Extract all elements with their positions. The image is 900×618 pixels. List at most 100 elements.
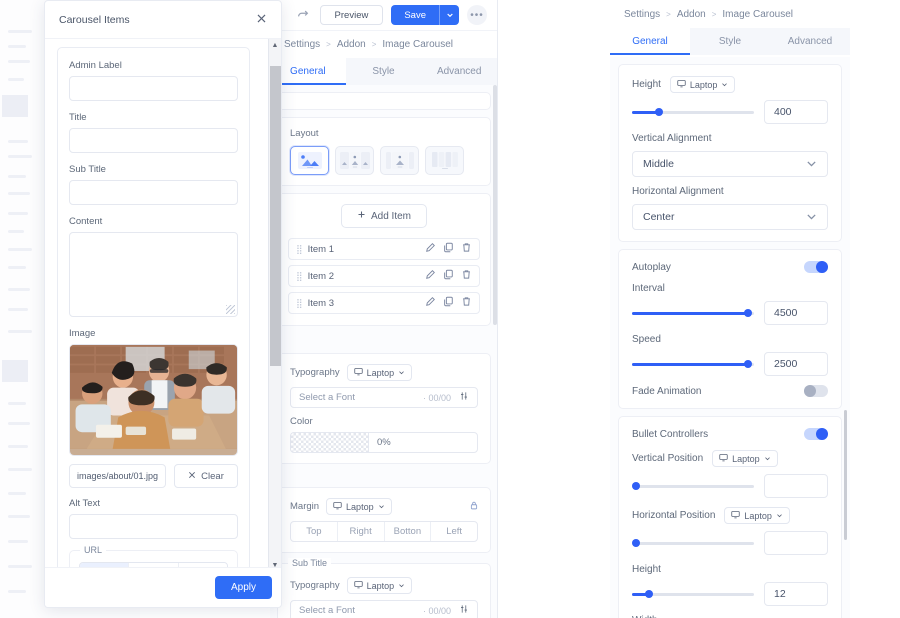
margin-left-input[interactable]: Left: [431, 522, 477, 541]
typography-row: Typography Laptop: [290, 577, 478, 594]
trash-icon[interactable]: [461, 294, 472, 312]
drag-handle-icon[interactable]: ⣿: [296, 271, 303, 282]
speed-slider[interactable]: [632, 360, 754, 368]
color-picker-row[interactable]: 0%: [290, 432, 478, 453]
settings-scrollbar[interactable]: [844, 410, 847, 540]
layout-label: Layout: [290, 128, 319, 139]
vertical-alignment-select[interactable]: Middle: [632, 151, 828, 177]
duplicate-icon[interactable]: [443, 240, 454, 258]
device-value: Laptop: [366, 367, 395, 378]
font-size-value: · 00/00: [422, 392, 451, 403]
breadcrumb-addon[interactable]: Addon: [337, 39, 366, 50]
interval-value[interactable]: 4500: [764, 301, 828, 325]
content-textarea[interactable]: [69, 232, 238, 317]
drag-handle-icon[interactable]: ⣿: [296, 298, 303, 309]
admin-label-input[interactable]: [69, 76, 238, 101]
bullet-vertical-position-slider[interactable]: [632, 482, 754, 490]
layout-single-icon[interactable]: [290, 146, 329, 175]
image-preview[interactable]: [69, 344, 238, 456]
chevron-down-icon[interactable]: [439, 5, 459, 25]
interval-slider[interactable]: [632, 309, 754, 317]
font-select[interactable]: Select a Font · 00/00: [290, 600, 478, 618]
color-opacity[interactable]: 0%: [369, 433, 477, 452]
chevron-down-icon: [721, 80, 728, 90]
height-header: Height Laptop: [632, 76, 828, 93]
device-selector[interactable]: Laptop: [326, 498, 392, 515]
table-row[interactable]: ⣿ Item 3: [288, 292, 480, 314]
horizontal-alignment-select[interactable]: Center: [632, 204, 828, 230]
layout-three-up-icon[interactable]: [335, 146, 374, 175]
bullet-horizontal-position-slider[interactable]: [632, 539, 754, 547]
sub-title-input[interactable]: [69, 180, 238, 205]
tab-style[interactable]: Style: [690, 28, 770, 55]
sub-title-label: Sub Title: [69, 164, 106, 175]
breadcrumb-settings[interactable]: Settings: [624, 9, 660, 20]
save-button[interactable]: Save: [391, 5, 439, 25]
color-swatch[interactable]: [291, 433, 369, 452]
device-selector[interactable]: Laptop: [669, 76, 736, 93]
margin-bottom-input[interactable]: Botton: [385, 522, 432, 541]
bullet-height-value[interactable]: 12: [764, 582, 828, 606]
margin-right-input[interactable]: Right: [338, 522, 385, 541]
trash-icon[interactable]: [461, 240, 472, 258]
lock-icon[interactable]: [470, 501, 478, 512]
speed-label: Speed: [632, 334, 661, 345]
apply-button[interactable]: Apply: [214, 576, 272, 599]
redo-icon[interactable]: [294, 6, 312, 24]
duplicate-icon[interactable]: [443, 294, 454, 312]
edit-icon[interactable]: [425, 267, 436, 285]
tab-general[interactable]: General: [610, 28, 690, 55]
typography-label: Typography: [290, 367, 340, 378]
edit-icon[interactable]: [425, 294, 436, 312]
margin-top-input[interactable]: Top: [291, 522, 338, 541]
fade-animation-row: Fade Animation: [632, 385, 828, 397]
breadcrumb-addon[interactable]: Addon: [677, 9, 706, 20]
scrollbar-thumb[interactable]: [270, 66, 281, 366]
close-icon[interactable]: [256, 13, 267, 27]
device-selector[interactable]: Laptop: [712, 450, 778, 467]
drag-handle-icon[interactable]: ⣿: [296, 244, 303, 255]
table-row[interactable]: ⣿ Item 1: [288, 238, 480, 260]
monitor-icon: [677, 79, 686, 90]
bullet-controllers-toggle[interactable]: [804, 428, 828, 440]
device-value: Laptop: [744, 510, 772, 521]
bullet-horizontal-position-slider-row: [632, 531, 828, 555]
bullet-vertical-position-header: Vertical Position Laptop: [632, 450, 828, 467]
device-selector[interactable]: Laptop: [346, 577, 413, 594]
sliders-icon[interactable]: [459, 604, 469, 617]
layout-centered-icon[interactable]: [380, 146, 419, 175]
image-filename[interactable]: images/about/01.jpg: [69, 464, 167, 488]
edit-icon[interactable]: [425, 240, 436, 258]
bullet-vertical-position-value[interactable]: [764, 474, 828, 498]
scroll-up-arrow-icon[interactable]: ▲: [269, 39, 281, 52]
autoplay-row: Autoplay: [632, 261, 828, 273]
editor-scrollbar[interactable]: [493, 85, 497, 618]
trash-icon[interactable]: [461, 267, 472, 285]
add-item-button[interactable]: Add Item: [341, 204, 427, 228]
font-select[interactable]: Select a Font · 00/00: [290, 387, 478, 408]
layout-columns-icon[interactable]: [425, 146, 464, 175]
height-value[interactable]: 400: [764, 100, 828, 124]
resize-handle-icon[interactable]: [226, 305, 235, 314]
bullet-height-slider[interactable]: [632, 590, 754, 598]
speed-value[interactable]: 2500: [764, 352, 828, 376]
fade-animation-toggle[interactable]: [804, 385, 828, 397]
preview-button[interactable]: Preview: [319, 5, 384, 25]
alt-text-input[interactable]: [69, 514, 238, 539]
more-options-button[interactable]: •••: [467, 5, 487, 25]
sliders-icon[interactable]: [459, 391, 469, 404]
duplicate-icon[interactable]: [443, 267, 454, 285]
bullet-horizontal-position-value[interactable]: [764, 531, 828, 555]
tab-style[interactable]: Style: [345, 58, 422, 85]
title-input[interactable]: [69, 128, 238, 153]
table-row[interactable]: ⣿ Item 2: [288, 265, 480, 287]
tab-advanced[interactable]: Advanced: [770, 28, 850, 55]
modal-scrollbar[interactable]: ▲ ▼: [268, 39, 281, 572]
device-selector[interactable]: Laptop: [346, 364, 413, 381]
height-slider[interactable]: [632, 108, 754, 116]
autoplay-toggle[interactable]: [804, 261, 828, 273]
device-selector[interactable]: Laptop: [724, 507, 790, 524]
tab-advanced[interactable]: Advanced: [421, 58, 497, 85]
clear-image-button[interactable]: Clear: [174, 464, 238, 488]
breadcrumb-settings[interactable]: Settings: [284, 39, 320, 50]
